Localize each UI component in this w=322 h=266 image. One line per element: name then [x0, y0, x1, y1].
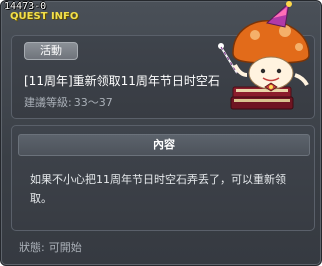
quest-type-badge: 活動 [24, 42, 78, 60]
status-label: 狀態: [19, 241, 45, 254]
level-range: 33～37 [73, 96, 113, 109]
quest-info-window: 14473-0 QUEST INFO 活動 [11周年]重新领取11周年节日时空… [0, 0, 322, 266]
level-label: 建議等級: [24, 96, 72, 109]
quest-status: 狀態: 可開始 [19, 239, 86, 255]
content-header: 內容 [18, 134, 310, 156]
window-title: QUEST INFO [10, 11, 79, 22]
quest-content-panel: 內容 如果不小心把11周年节日时空石弄丢了，可以重新领取。 [11, 125, 315, 231]
recommended-level: 建議等級: 33～37 [24, 94, 115, 110]
status-value: 可開始 [48, 241, 82, 254]
quest-name: [11周年]重新领取11周年节日时空石 [24, 74, 220, 88]
mushroom-npc-icon [218, 1, 310, 110]
content-body: 如果不小心把11周年节日时空石弄丢了，可以重新领取。 [30, 173, 286, 205]
